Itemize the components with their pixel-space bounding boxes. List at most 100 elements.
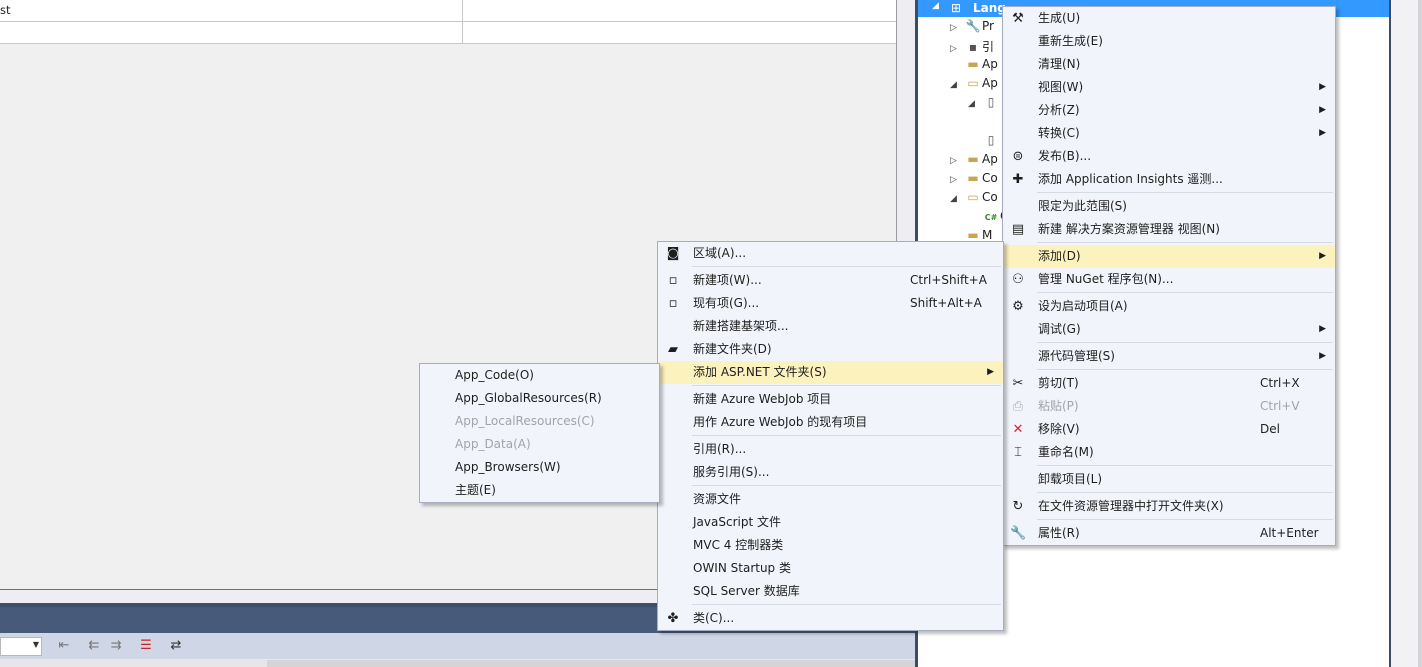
menu-item-视图[interactable]: 视图(W) ▶ bbox=[1003, 76, 1335, 99]
menu-item-label: 现有项(G)... bbox=[693, 296, 760, 310]
new-view-icon: ▤ bbox=[1011, 222, 1025, 237]
menu-item-label: MVC 4 控制器类 bbox=[693, 538, 784, 552]
menu-item-引用[interactable]: 引用(R)... bbox=[658, 438, 1003, 461]
expander-icon[interactable]: ▷ bbox=[950, 175, 964, 185]
menu-item-app-localresources[interactable]: App_LocalResources(C) bbox=[420, 410, 659, 433]
menu-item-新建搭建基架项[interactable]: 新建搭建基架项... bbox=[658, 315, 1003, 338]
existing-item-icon: ▫ bbox=[668, 296, 678, 311]
menu-item-资源文件[interactable]: 资源文件 bbox=[658, 488, 1003, 511]
menu-item-label: 视图(W) bbox=[1038, 80, 1084, 94]
tree-item-label: Pr bbox=[982, 19, 994, 33]
menu-item-调试[interactable]: 调试(G) ▶ bbox=[1003, 318, 1335, 341]
menu-item-现有项[interactable]: ▫ 现有项(G)... Shift+Alt+A bbox=[658, 292, 1003, 315]
menu-item-label: 调试(G) bbox=[1038, 322, 1081, 336]
menu-item-新建-解决方案资源管理器-视图[interactable]: ▤ 新建 解决方案资源管理器 视图(N) bbox=[1003, 218, 1335, 241]
new-folder-icon: ▰ bbox=[668, 342, 678, 357]
menu-item-重命名[interactable]: ⌶ 重命名(M) bbox=[1003, 441, 1335, 464]
tree-item-label: 引 bbox=[982, 40, 995, 54]
menu-item-属性[interactable]: 🔧 属性(R) Alt+Enter bbox=[1003, 522, 1335, 545]
menu-item-设为启动项目[interactable]: ⚙ 设为启动项目(A) bbox=[1003, 295, 1335, 318]
tree-item[interactable]: ▷ ▪ 引 bbox=[950, 38, 994, 56]
tree-item[interactable]: ▬ Ap bbox=[950, 57, 998, 75]
menu-item-管理-nuget-程序包[interactable]: ⚇ 管理 NuGet 程序包(N)... bbox=[1003, 268, 1335, 291]
menu-item-用作-azure-webjob-的现有项目[interactable]: 用作 Azure WebJob 的现有项目 bbox=[658, 411, 1003, 434]
menu-item-清理[interactable]: 清理(N) bbox=[1003, 53, 1335, 76]
publish-icon: ⊜ bbox=[1012, 149, 1024, 164]
menu-item-服务引用[interactable]: 服务引用(S)... bbox=[658, 461, 1003, 484]
menu-item-shortcut: Shift+Alt+A bbox=[910, 296, 982, 310]
menu-item-添加[interactable]: 添加(D) ▶ bbox=[1003, 245, 1335, 268]
menu-item-卸载项目[interactable]: 卸载项目(L) bbox=[1003, 468, 1335, 491]
menu-item-生成[interactable]: ⚒ 生成(U) bbox=[1003, 7, 1335, 30]
toolbar-icon-2[interactable]: ⇇ bbox=[86, 638, 102, 654]
toolbar-combo[interactable]: ▼ bbox=[0, 637, 42, 656]
menu-item-mvc-4-控制器类[interactable]: MVC 4 控制器类 bbox=[658, 534, 1003, 557]
menu-item-shortcut: Alt+Enter bbox=[1260, 526, 1319, 540]
menu-item-shortcut: Ctrl+X bbox=[1260, 376, 1300, 390]
menu-item-分析[interactable]: 分析(Z) ▶ bbox=[1003, 99, 1335, 122]
menu-item-重新生成[interactable]: 重新生成(E) bbox=[1003, 30, 1335, 53]
menu-item-添加-asp-net-文件夹[interactable]: 添加 ASP.NET 文件夹(S) ▶ bbox=[658, 361, 1003, 384]
menu-item-源代码管理[interactable]: 源代码管理(S) ▶ bbox=[1003, 345, 1335, 368]
menu-item-sql-server-数据库[interactable]: SQL Server 数据库 bbox=[658, 580, 1003, 603]
expander-icon[interactable]: ◢ bbox=[950, 80, 964, 90]
expander-icon[interactable]: ◢ bbox=[950, 194, 964, 204]
submenu-arrow-icon: ▶ bbox=[1319, 82, 1326, 92]
menu-item-区域[interactable]: ◙ 区域(A)... bbox=[658, 242, 1003, 265]
collapse-icon[interactable]: ◢ bbox=[932, 1, 939, 11]
grid-row[interactable] bbox=[0, 22, 896, 44]
add-submenu: ◙ 区域(A)... ▫ 新建项(W)... Ctrl+Shift+A ▫ 现有项(G)..… bbox=[657, 241, 1004, 631]
menu-item-app-globalresources[interactable]: App_GlobalResources(R) bbox=[420, 387, 659, 410]
menu-item-javascript-文件[interactable]: JavaScript 文件 bbox=[658, 511, 1003, 534]
menu-item-类[interactable]: ✤ 类(C)... bbox=[658, 607, 1003, 630]
menu-item-owin-startup-类[interactable]: OWIN Startup 类 bbox=[658, 557, 1003, 580]
clear-icon[interactable]: ☰ bbox=[138, 638, 154, 654]
toolbar-icon-1[interactable]: ⇤ bbox=[56, 638, 72, 654]
menu-item-移除[interactable]: ✕ 移除(V) Del bbox=[1003, 418, 1335, 441]
menu-item-label: 转换(C) bbox=[1038, 126, 1080, 140]
menu-item-添加-application-insights-遥测[interactable]: ✚ 添加 Application Insights 遥测... bbox=[1003, 168, 1335, 191]
nuget-icon: ⚇ bbox=[1012, 272, 1024, 287]
new-item-icon: ▫ bbox=[668, 273, 678, 288]
tree-item[interactable]: ◢ ▭ Ap bbox=[950, 76, 998, 94]
tree-item[interactable]: ▯ bbox=[968, 133, 1000, 151]
grid-cell[interactable] bbox=[0, 22, 463, 43]
menu-item-剪切[interactable]: ✂ 剪切(T) Ctrl+X bbox=[1003, 372, 1335, 395]
tree-item[interactable]: ▷ ▬ Co bbox=[950, 171, 998, 189]
menu-item-app-browsers[interactable]: App_Browsers(W) bbox=[420, 456, 659, 479]
tree-item[interactable]: ▷ 🔧 Pr bbox=[950, 19, 994, 37]
submenu-arrow-icon: ▶ bbox=[1319, 128, 1326, 138]
grid-row[interactable]: st bbox=[0, 0, 896, 22]
menu-item-发布[interactable]: ⊜ 发布(B)... bbox=[1003, 145, 1335, 168]
menu-item-新建文件夹[interactable]: ▰ 新建文件夹(D) bbox=[658, 338, 1003, 361]
cut-icon: ✂ bbox=[1012, 376, 1024, 391]
menu-item-app-data[interactable]: App_Data(A) bbox=[420, 433, 659, 456]
expander-icon[interactable]: ▷ bbox=[950, 156, 964, 166]
tree-item[interactable]: ◢ ▭ Co bbox=[950, 190, 998, 208]
bottom-toolbar: ▼ ⇤ ⇇ ⇉ ☰ ⇄ bbox=[0, 633, 915, 659]
tree-item-label: Ap bbox=[982, 76, 998, 90]
swap-icon[interactable]: ⇄ bbox=[168, 638, 184, 654]
menu-item-label: 发布(B)... bbox=[1038, 149, 1092, 163]
menu-item-app-code[interactable]: App_Code(O) bbox=[420, 364, 659, 387]
menu-item-主题[interactable]: 主题(E) bbox=[420, 479, 659, 502]
wrench-icon: 🔧 bbox=[1010, 526, 1027, 541]
menu-item-新建项[interactable]: ▫ 新建项(W)... Ctrl+Shift+A bbox=[658, 269, 1003, 292]
tree-item[interactable]: ◢ ▯ bbox=[968, 95, 1000, 113]
solution-icon: ⊞ bbox=[951, 1, 962, 15]
tree-item[interactable]: ▷ ▬ Ap bbox=[950, 152, 998, 170]
expander-icon[interactable]: ▷ bbox=[950, 23, 964, 33]
menu-item-粘贴[interactable]: ⎙ 粘贴(P) Ctrl+V bbox=[1003, 395, 1335, 418]
menu-item-限定为此范围[interactable]: 限定为此范围(S) bbox=[1003, 195, 1335, 218]
project-context-menu: ⚒ 生成(U) 重新生成(E) 清理(N) 视图(W) ▶ 分析(Z) ▶ 转换(C) ▶ ⊜ 发布(… bbox=[1002, 6, 1336, 546]
menu-item-label: 新建搭建基架项... bbox=[693, 319, 789, 333]
toolbar-icon-3[interactable]: ⇉ bbox=[108, 638, 124, 654]
expander-icon[interactable]: ▷ bbox=[950, 44, 964, 54]
menu-item-新建-azure-webjob-项目[interactable]: 新建 Azure WebJob 项目 bbox=[658, 388, 1003, 411]
open-folder-arrow-icon: ↻ bbox=[1012, 499, 1024, 514]
grid-cell[interactable]: st bbox=[0, 0, 463, 21]
menu-item-转换[interactable]: 转换(C) ▶ bbox=[1003, 122, 1335, 145]
expander-icon[interactable]: ◢ bbox=[968, 99, 982, 109]
menu-item-label: 属性(R) bbox=[1038, 526, 1080, 540]
menu-item-在文件资源管理器中打开文件夹[interactable]: ↻ 在文件资源管理器中打开文件夹(X) bbox=[1003, 495, 1335, 518]
